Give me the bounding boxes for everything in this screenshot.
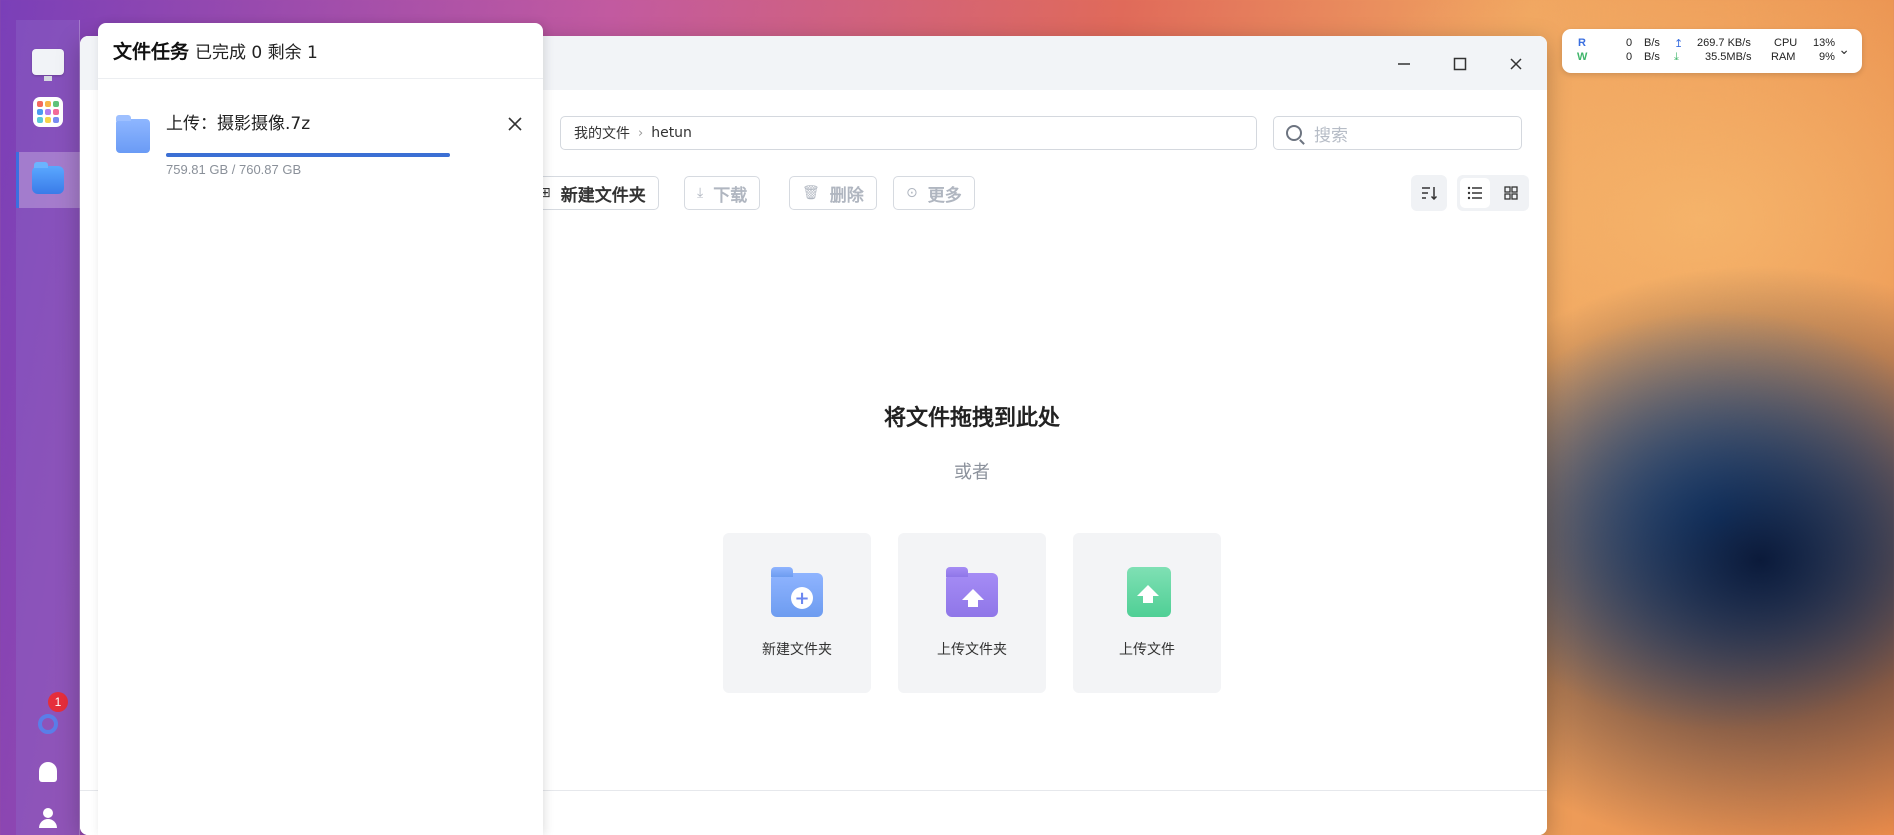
app-center-dock-item[interactable] bbox=[26, 90, 70, 134]
ram-label: RAM bbox=[1771, 51, 1796, 63]
task-progress-bar bbox=[166, 153, 450, 157]
user-dock-item[interactable] bbox=[26, 796, 70, 835]
task-size: 759.81 GB / 760.87 GB bbox=[166, 162, 302, 177]
settings-dock-item[interactable]: 1 bbox=[26, 692, 70, 746]
read-speed: 0 bbox=[1626, 37, 1633, 49]
download-label: 下载 bbox=[713, 185, 748, 206]
grid-icon bbox=[1504, 186, 1518, 200]
upload-speed: 269.7 KB/s bbox=[1697, 37, 1751, 49]
upload-file-icon bbox=[1121, 567, 1173, 617]
drop-zone-or: 或者 bbox=[954, 462, 990, 483]
write-speed: 0 bbox=[1626, 51, 1633, 63]
maximize-button[interactable] bbox=[1446, 50, 1474, 78]
apps-icon bbox=[33, 97, 63, 127]
drop-zone-title: 将文件拖拽到此处 bbox=[883, 406, 1060, 431]
chevron-down-icon[interactable]: ⌄ bbox=[1838, 41, 1850, 58]
search-icon bbox=[1286, 125, 1302, 141]
task-progress-fill bbox=[166, 153, 450, 157]
new-folder-label: 新建文件夹 bbox=[560, 185, 646, 206]
system-monitor-widget[interactable]: R 0 B/s ↥ 269.7 KB/s CPU 13% W 0 B/s ⤓ 3… bbox=[1562, 29, 1862, 73]
left-dock: 1 bbox=[16, 20, 83, 835]
view-mode-toggle bbox=[1457, 175, 1529, 211]
close-icon bbox=[1510, 58, 1522, 70]
download-icon: ⤓ bbox=[697, 185, 704, 201]
minimize-icon bbox=[1398, 63, 1410, 65]
download-arrow-icon: ⤓ bbox=[1674, 51, 1679, 63]
minimize-button[interactable] bbox=[1390, 50, 1418, 78]
task-item: 上传：摄影摄像.7z 759.81 GB / 760.87 GB bbox=[116, 109, 526, 179]
cancel-task-button[interactable] bbox=[504, 113, 526, 135]
more-button[interactable]: ⊙ 更多 bbox=[893, 176, 975, 210]
upload-folder-card[interactable]: 上传文件夹 bbox=[898, 533, 1046, 693]
notifications-dock-item[interactable] bbox=[26, 750, 70, 794]
trash-icon: 🗑 bbox=[802, 185, 820, 201]
new-folder-card[interactable]: + 新建文件夹 bbox=[723, 533, 871, 693]
download-button[interactable]: ⤓ 下载 bbox=[684, 176, 761, 210]
delete-button[interactable]: 🗑 删除 bbox=[789, 176, 877, 210]
more-label: 更多 bbox=[927, 185, 962, 206]
ram-value: 9% bbox=[1819, 51, 1835, 63]
task-file-name: 上传：摄影摄像.7z bbox=[166, 114, 311, 134]
settings-icon bbox=[38, 714, 58, 734]
folder-icon bbox=[116, 115, 150, 153]
list-icon bbox=[1467, 186, 1482, 200]
new-folder-icon: + bbox=[771, 567, 823, 617]
breadcrumb[interactable]: 我的文件 › hetun bbox=[560, 116, 1257, 150]
upload-file-card-label: 上传文件 bbox=[1119, 642, 1175, 658]
new-folder-button[interactable]: ⊞ 新建文件夹 bbox=[526, 176, 659, 210]
close-icon bbox=[508, 117, 522, 131]
folder-icon bbox=[32, 162, 64, 194]
upload-file-card[interactable]: 上传文件 bbox=[1073, 533, 1221, 693]
task-panel-header: 文件任务 已完成 0 剩余 1 bbox=[98, 23, 543, 79]
bell-icon bbox=[39, 762, 57, 782]
write-label: W bbox=[1577, 51, 1588, 63]
read-label: R bbox=[1578, 37, 1586, 49]
upload-folder-icon bbox=[946, 567, 998, 617]
write-row: W 0 B/s ⤓ 35.5MB/s RAM 9% bbox=[1562, 51, 1862, 65]
close-window-button[interactable] bbox=[1502, 50, 1530, 78]
desktop-dock-item[interactable] bbox=[26, 40, 70, 84]
file-task-panel: 文件任务 已完成 0 剩余 1 上传：摄影摄像.7z 759.81 GB / 7… bbox=[98, 23, 543, 835]
search-input[interactable]: 搜索 bbox=[1273, 116, 1522, 150]
upload-folder-card-label: 上传文件夹 bbox=[937, 642, 1007, 658]
task-panel-status: 已完成 0 剩余 1 bbox=[195, 43, 318, 63]
chevron-right-icon: › bbox=[638, 125, 644, 141]
write-unit: B/s bbox=[1644, 51, 1660, 63]
delete-label: 删除 bbox=[829, 185, 864, 206]
read-row: R 0 B/s ↥ 269.7 KB/s CPU 13% bbox=[1562, 37, 1862, 51]
new-folder-card-label: 新建文件夹 bbox=[762, 642, 832, 658]
notification-badge: 1 bbox=[48, 692, 68, 712]
more-icon: ⊙ bbox=[906, 185, 918, 201]
maximize-icon bbox=[1453, 57, 1467, 71]
sort-icon bbox=[1414, 178, 1444, 208]
cpu-label: CPU bbox=[1774, 37, 1798, 49]
download-speed: 35.5MB/s bbox=[1705, 51, 1752, 63]
file-manager-dock-item[interactable] bbox=[16, 152, 83, 208]
breadcrumb-item-my-files[interactable]: 我的文件 bbox=[574, 123, 630, 143]
grid-view-button[interactable] bbox=[1496, 178, 1526, 208]
task-panel-title: 文件任务 bbox=[113, 41, 190, 63]
read-unit: B/s bbox=[1644, 37, 1660, 49]
monitor-icon bbox=[32, 49, 64, 81]
user-icon bbox=[38, 808, 58, 828]
sort-button[interactable] bbox=[1411, 175, 1447, 211]
upload-arrow-icon: ↥ bbox=[1674, 38, 1684, 50]
list-view-button[interactable] bbox=[1460, 178, 1490, 208]
breadcrumb-item-current[interactable]: hetun bbox=[651, 125, 692, 141]
search-placeholder: 搜索 bbox=[1314, 125, 1348, 146]
cpu-value: 13% bbox=[1813, 37, 1836, 49]
